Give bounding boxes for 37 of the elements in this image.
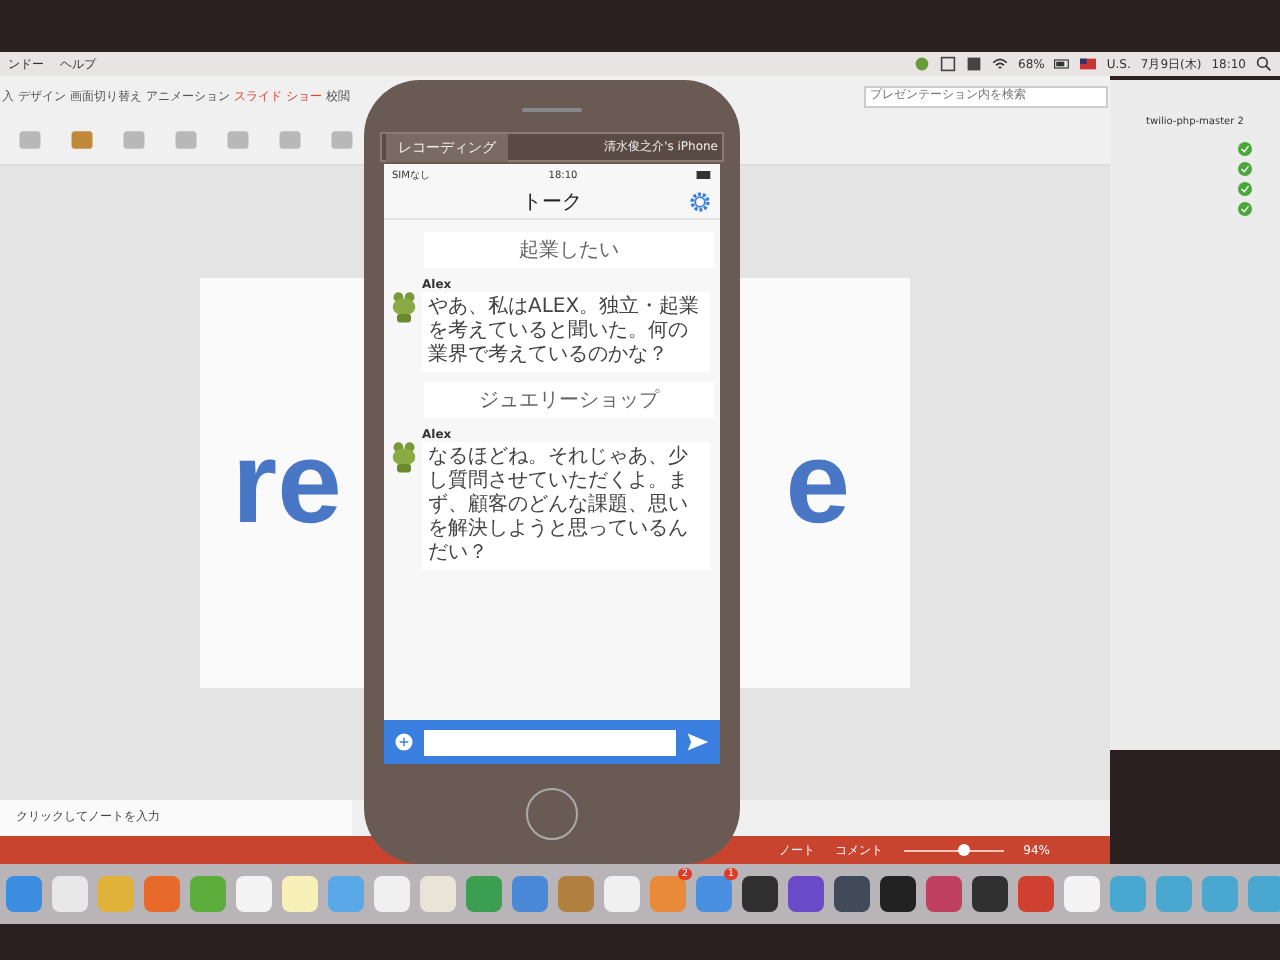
send-icon[interactable] (686, 730, 710, 754)
slide-title: re (232, 425, 342, 541)
wifi-icon[interactable] (992, 56, 1009, 72)
message-field[interactable] (424, 729, 676, 755)
home-button[interactable] (526, 788, 578, 840)
frog-avatar-icon (390, 440, 418, 474)
user-message: ジュエリーショップ (424, 382, 714, 418)
toolbar-icon[interactable] (16, 126, 44, 154)
screen-title: トーク (522, 190, 582, 216)
check-icon (1238, 162, 1252, 176)
square-icon[interactable] (966, 56, 983, 72)
settings-icon[interactable] (688, 190, 712, 214)
flag-icon[interactable] (1080, 56, 1097, 72)
app-icon[interactable] (878, 874, 918, 914)
frog-avatar-icon (390, 290, 418, 324)
check-icon (1238, 182, 1252, 196)
battery-icon (695, 170, 712, 180)
search-icon[interactable] (1256, 56, 1272, 72)
circle-icon[interactable] (914, 56, 931, 72)
toolbar-icon[interactable] (120, 126, 148, 154)
slide-title: e (785, 425, 850, 541)
toolbar-icon[interactable] (276, 126, 304, 154)
square-icon[interactable] (940, 56, 957, 72)
user-message: 起業したい (424, 232, 714, 268)
battery-icon[interactable] (1054, 56, 1071, 72)
app-icon[interactable] (740, 874, 780, 914)
app-icon[interactable] (832, 874, 872, 914)
toolbar-icon[interactable] (172, 126, 200, 154)
app-icon[interactable] (970, 874, 1010, 914)
plus-icon[interactable] (394, 732, 414, 752)
toolbar-icon[interactable] (224, 126, 252, 154)
check-icon (1238, 142, 1252, 156)
toolbar-icon[interactable] (328, 126, 356, 154)
toolbar-icon[interactable] (68, 126, 96, 154)
check-icon (1238, 202, 1252, 216)
bot-message: なるほどね。それじゃあ、少し質問させていただくよ。まず、顧客のどんな課題、思いを解決しようと思っているんだい？ (422, 442, 710, 570)
bot-message: やあ、私はALEX。独立・起業を考えていると聞いた。何の業界で考えているのかな？ (422, 292, 710, 372)
